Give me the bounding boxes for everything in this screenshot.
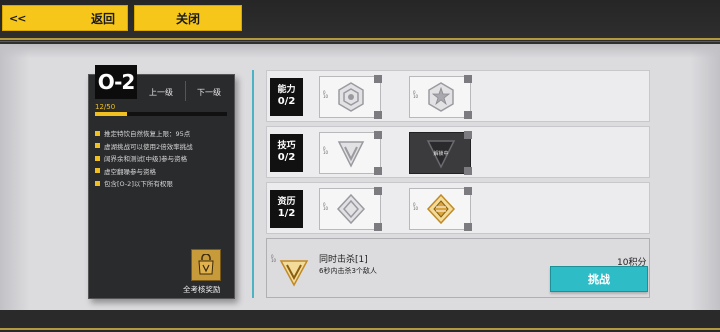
badge-corner <box>464 223 472 231</box>
next-level-button[interactable]: 下一级 <box>197 87 221 98</box>
assessment-badge[interactable]: 0 10 <box>319 75 382 119</box>
prev-level-button[interactable]: 上一级 <box>149 87 173 98</box>
back-button[interactable]: << 返回 <box>2 5 128 31</box>
diamond-emblem-icon <box>336 193 366 225</box>
nav-separator <box>185 81 186 101</box>
rule-text: 虚空翻噪参与资格 <box>104 167 156 176</box>
badge-tiny-text: 0 10 <box>323 90 329 100</box>
back-arrow-icon: << <box>9 11 26 25</box>
row-label: 技巧 0/2 <box>270 134 303 172</box>
badge-corner <box>374 187 382 195</box>
rule-item: 推定特饮自然恢复上限：95点 <box>95 127 233 140</box>
badge-tiny-text: 0 10 <box>413 90 419 100</box>
back-label: 返回 <box>91 11 116 26</box>
badge-corner <box>374 167 382 175</box>
shield-emblem-icon <box>337 141 365 168</box>
rule-item: 虚湖挑战可以使用2倍效率挑战 <box>95 140 233 153</box>
assessment-row-qualification: 资历 1/2 0 10 0 10 <box>266 182 650 234</box>
progress-fill <box>95 112 127 116</box>
hexagon-star-emblem-icon <box>428 82 454 112</box>
rule-item: 包含[O-2]以下所有权限 <box>95 177 233 190</box>
rule-item: 虚空翻噪参与资格 <box>95 165 233 178</box>
badge-corner <box>374 111 382 119</box>
task-panel: 0 10 同时击杀[1] 6秒内击杀3个敌人 10积分 挑战 <box>266 238 650 298</box>
rule-text: 阔界余和测试[中级]参与资格 <box>104 155 188 164</box>
locked-text: 解锁中 <box>433 151 449 157</box>
badge-corner <box>374 223 382 231</box>
badge-corner <box>374 75 382 83</box>
stage-card: O-2 上一级 下一级 12/50 推定特饮自然恢复上限：95点 虚湖挑战可以使… <box>88 65 235 299</box>
challenge-button[interactable]: 挑战 <box>550 266 648 292</box>
gold-triangle-emblem-icon <box>279 260 309 287</box>
bullet-icon <box>95 180 100 186</box>
rule-list: 推定特饮自然恢复上限：95点 虚湖挑战可以使用2倍效率挑战 阔界余和测试[中级]… <box>95 127 233 190</box>
top-shadow <box>0 44 720 58</box>
bullet-icon <box>95 155 100 161</box>
hexagon-emblem-icon <box>338 82 364 112</box>
left-vignette <box>0 44 30 310</box>
row-name: 技巧 <box>277 141 296 152</box>
assessment-badge[interactable]: 0 10 <box>409 75 472 119</box>
badge-tiny-text: 0 10 <box>323 146 329 156</box>
cyan-divider <box>252 70 254 298</box>
row-name: 能力 <box>277 85 296 96</box>
row-count: 0/2 <box>277 96 296 108</box>
row-name: 资历 <box>277 197 296 208</box>
row-label: 资历 1/2 <box>270 190 303 228</box>
close-button[interactable]: 关闭 <box>134 5 242 31</box>
assessment-badge[interactable]: 0 10 <box>319 187 382 231</box>
progress-text: 12/50 <box>95 103 116 111</box>
top-accent-stripe <box>0 38 720 40</box>
assessment-badge-earned[interactable]: 0 10 <box>409 187 472 231</box>
top-bar: << 返回 关闭 <box>0 0 720 44</box>
rule-text: 推定特饮自然恢复上限：95点 <box>104 130 191 139</box>
assessment-badge[interactable]: 0 10 <box>319 131 382 175</box>
badge-corner <box>464 75 472 83</box>
row-count: 0/2 <box>277 152 296 164</box>
task-title: 同时击杀[1] <box>319 255 368 265</box>
row-count: 1/2 <box>277 208 296 220</box>
progress-bar <box>95 112 227 116</box>
assessment-row-ability: 能力 0/2 0 10 0 10 <box>266 70 650 122</box>
badge-tiny-text: 0 10 <box>413 202 419 212</box>
badge-corner <box>464 167 472 175</box>
rule-text: 虚湖挑战可以使用2倍效率挑战 <box>104 142 193 151</box>
badge-corner <box>464 131 472 139</box>
stage-code: O-2 <box>95 65 137 99</box>
assessment-badge-locked[interactable]: 解锁中 <box>409 131 472 175</box>
rule-item: 阔界余和测试[中级]参与资格 <box>95 152 233 165</box>
reward-bag-icon[interactable] <box>191 249 221 281</box>
bottom-bar <box>0 310 720 332</box>
badge-corner <box>464 187 472 195</box>
bullet-icon <box>95 130 100 136</box>
badge-tiny-text: 0 10 <box>323 202 329 212</box>
bullet-icon <box>95 168 100 174</box>
assessment-row-skill: 技巧 0/2 0 10 解锁中 <box>266 126 650 178</box>
gold-diamond-emblem-icon <box>426 193 456 225</box>
right-vignette <box>690 44 720 310</box>
bottom-accent-stripe <box>0 328 720 330</box>
top-divider <box>0 41 720 42</box>
task-emblem: 0 10 <box>271 245 309 289</box>
rule-text: 包含[O-2]以下所有权限 <box>104 180 173 189</box>
row-label: 能力 0/2 <box>270 78 303 116</box>
reward-label: 全考核奖励 <box>183 285 221 294</box>
task-tiny-text: 0 10 <box>271 254 277 264</box>
bullet-icon <box>95 143 100 149</box>
badge-corner <box>464 111 472 119</box>
badge-corner <box>374 131 382 139</box>
task-description: 6秒内击杀3个敌人 <box>319 267 377 275</box>
